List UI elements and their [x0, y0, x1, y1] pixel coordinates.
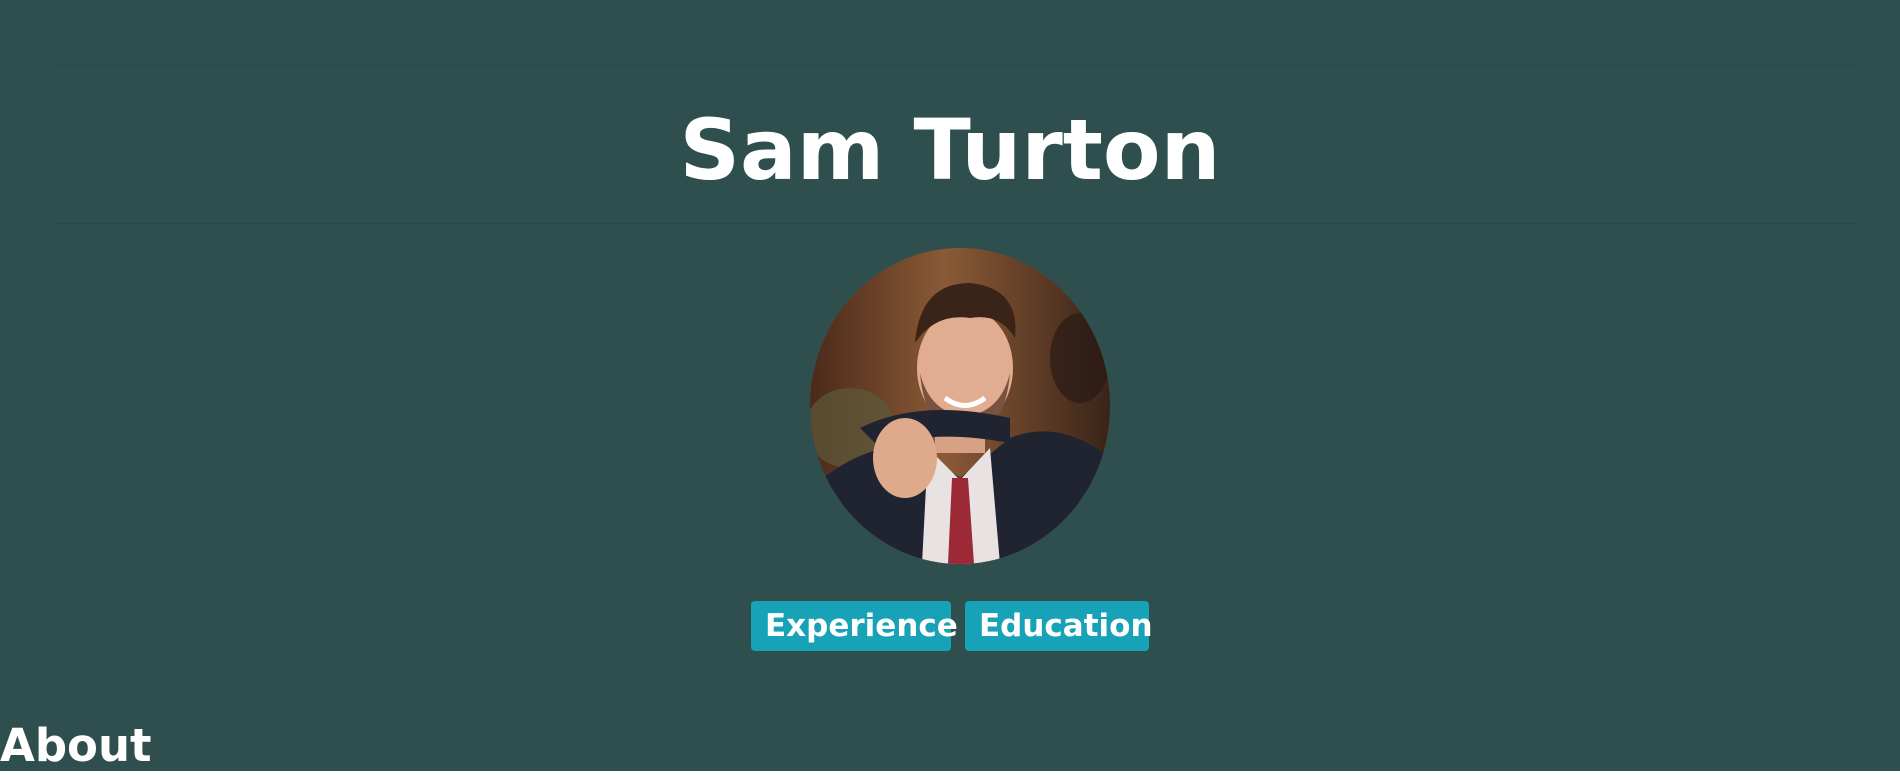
hero-section: Sam Turton Experience Education About [0, 0, 1900, 772]
about-heading: About [0, 719, 152, 772]
page-title: Sam Turton [679, 101, 1221, 199]
bottom-divider [57, 223, 1860, 224]
education-button[interactable]: Education [965, 601, 1153, 651]
profile-photo [810, 248, 1110, 564]
top-divider [57, 65, 1860, 66]
avatar [810, 248, 1110, 564]
experience-button[interactable]: Experience [751, 601, 958, 651]
nav-buttons: Experience Education [0, 601, 1900, 651]
